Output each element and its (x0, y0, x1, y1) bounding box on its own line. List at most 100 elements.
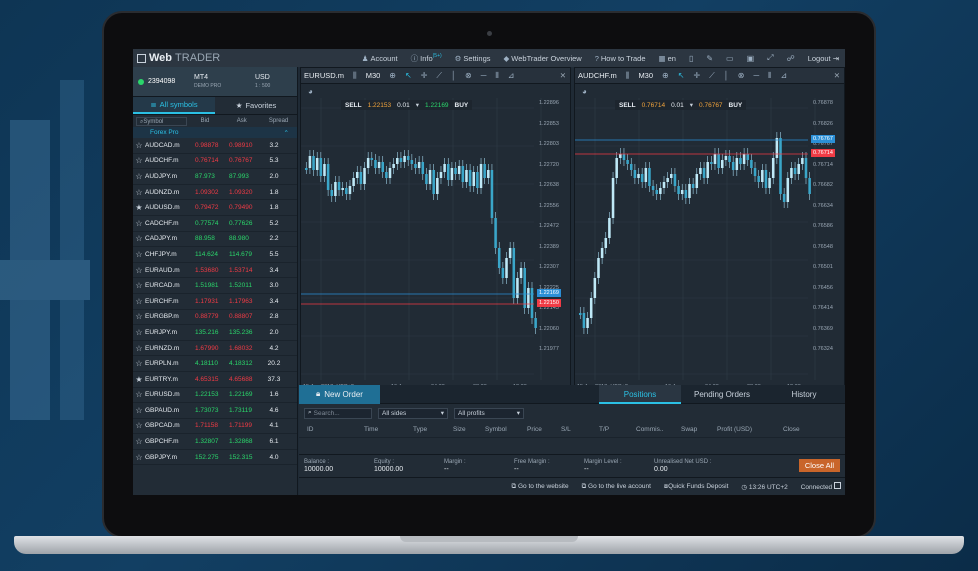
buy-price[interactable]: 0.76767 (699, 102, 723, 109)
column-header[interactable]: Commis.. (636, 426, 681, 433)
nav-item-info[interactable]: ⓘ Info(5+) (411, 53, 442, 64)
symbol-bid[interactable]: 87.973 (191, 173, 225, 180)
nav-item-en[interactable]: ▦ en (659, 54, 676, 63)
remove-icon[interactable]: ⊗ (738, 71, 745, 80)
symbol-bid[interactable]: 1.22153 (191, 391, 225, 398)
symbol-row[interactable]: ☆ GBPJPY.m 152.275 152.315 4.0 (133, 450, 297, 466)
layout-icon[interactable]: ▣ (747, 54, 755, 63)
symbol-row[interactable]: ☆ CADCHF.m 0.77574 0.77626 5.2 (133, 216, 297, 232)
symbol-ask[interactable]: 135.236 (225, 329, 259, 336)
fullscreen-icon[interactable]: ⤢ (767, 53, 773, 63)
star-outline-icon[interactable]: ☆ (133, 406, 145, 415)
symbol-row[interactable]: ☆ EURJPY.m 135.216 135.236 2.0 (133, 325, 297, 341)
symbol-ask[interactable]: 1.09320 (225, 189, 259, 196)
symbol-row[interactable]: ☆ CADJPY.m 88.958 88.980 2.2 (133, 232, 297, 248)
symbol-search-input[interactable]: ⌕Symbol (136, 116, 187, 126)
star-outline-icon[interactable]: ☆ (133, 359, 145, 368)
horizontal-line-icon[interactable]: ─ (753, 71, 759, 80)
star-outline-icon[interactable]: ☆ (133, 312, 145, 321)
tab-history[interactable]: History (763, 385, 845, 404)
trendline-icon[interactable]: ⟋ (709, 71, 715, 81)
symbol-ask[interactable]: 0.76767 (225, 157, 259, 164)
symbol-bid[interactable]: 152.275 (191, 454, 225, 461)
symbol-ask[interactable]: 1.53714 (225, 267, 259, 274)
star-outline-icon[interactable]: ☆ (133, 250, 145, 259)
symbol-ask[interactable]: 87.993 (225, 173, 259, 180)
new-order-button[interactable]: 🔒︎ New Order (299, 384, 380, 404)
star-filled-icon[interactable]: ★ (133, 375, 145, 384)
vertical-line-icon[interactable]: │ (724, 71, 729, 80)
symbol-ask[interactable]: 0.77626 (225, 220, 259, 227)
symbol-row[interactable]: ★ EURTRY.m 4.65315 4.65688 37.3 (133, 372, 297, 388)
chat-icon[interactable]: ☍ (787, 54, 795, 63)
column-header[interactable]: Symbol (485, 426, 527, 433)
symbol-bid[interactable]: 1.71158 (191, 422, 225, 429)
close-icon[interactable]: ✕ (560, 71, 566, 80)
horizontal-line-icon[interactable]: ─ (481, 71, 487, 80)
symbol-ask[interactable]: 1.73119 (225, 407, 259, 414)
star-outline-icon[interactable]: ☆ (133, 281, 145, 290)
profits-select[interactable]: All profits ▾ (454, 407, 524, 419)
chart-symbol[interactable]: EURUSD.m (304, 71, 344, 80)
candles-icon[interactable]: ⫼ (626, 71, 630, 81)
column-header[interactable]: Type (413, 426, 453, 433)
star-outline-icon[interactable]: ☆ (133, 234, 145, 243)
symbol-ask[interactable]: 0.79490 (225, 204, 259, 211)
symbol-ask[interactable]: 4.65688 (225, 376, 259, 383)
star-filled-icon[interactable]: ★ (133, 203, 145, 212)
bar-chart-icon[interactable]: ⫴ (495, 71, 498, 81)
sell-button[interactable]: SELL (619, 102, 636, 109)
star-outline-icon[interactable]: ☆ (133, 219, 145, 228)
cursor-icon[interactable]: ↖ (678, 71, 685, 80)
chart-canvas[interactable]: 1.22896 1.22853 1.22803 1.22720 1.22638 1.225… (301, 98, 570, 398)
lot-size-input[interactable]: 0.01 (397, 102, 410, 109)
trendline-icon[interactable]: ⟋ (436, 71, 442, 81)
star-outline-icon[interactable]: ☆ (133, 188, 145, 197)
column-header[interactable]: Time (364, 426, 413, 433)
sell-price[interactable]: 0.76714 (642, 102, 666, 109)
indicator-icon[interactable]: ⊿ (508, 71, 515, 80)
zoom-icon[interactable]: ⊕ (389, 71, 396, 80)
symbol-ask[interactable]: 1.71199 (225, 422, 259, 429)
symbol-row[interactable]: ☆ EURCHF.m 1.17931 1.17963 3.4 (133, 294, 297, 310)
chevron-down-icon[interactable]: ▾ (416, 101, 419, 109)
tab-all-symbols[interactable]: ≣ All symbols (133, 97, 215, 114)
symbol-row[interactable]: ☆ CHFJPY.m 114.624 114.679 5.5 (133, 247, 297, 263)
symbol-ask[interactable]: 4.18312 (225, 360, 259, 367)
mobile-icon[interactable]: ▯ (689, 54, 693, 63)
chart-canvas[interactable]: 0.76878 0.76826 0.76767 0.76714 0.76682 0.766… (575, 98, 844, 398)
remove-icon[interactable]: ⊗ (465, 71, 472, 80)
symbol-row[interactable]: ☆ GBPCHF.m 1.32807 1.32868 6.1 (133, 434, 297, 450)
star-outline-icon[interactable]: ☆ (133, 328, 145, 337)
account-summary[interactable]: 2394098 MT4 DEMO PRO USD 1 : 500 (133, 67, 297, 97)
symbol-row[interactable]: ☆ AUDJPY.m 87.973 87.993 2.0 (133, 169, 297, 185)
symbol-bid[interactable]: 0.88779 (191, 313, 225, 320)
symbol-row[interactable]: ☆ GBPCAD.m 1.71158 1.71199 4.1 (133, 419, 297, 435)
vertical-line-icon[interactable]: │ (451, 71, 456, 80)
sell-button[interactable]: SELL (345, 102, 362, 109)
chevron-down-icon[interactable]: ▾ (690, 101, 693, 109)
buy-button[interactable]: BUY (729, 102, 743, 109)
symbol-bid[interactable]: 1.32807 (191, 438, 225, 445)
symbol-bid[interactable]: 1.51981 (191, 282, 225, 289)
indicator-icon[interactable]: ⊿ (781, 71, 788, 80)
buy-price[interactable]: 1.22169 (425, 102, 449, 109)
symbol-row[interactable]: ☆ EURCAD.m 1.51981 1.52011 3.0 (133, 278, 297, 294)
nav-item-logout[interactable]: Logout ⇥ (808, 54, 839, 63)
symbol-row[interactable]: ☆ AUDCAD.m 0.98878 0.98910 3.2 (133, 138, 297, 154)
symbol-bid[interactable]: 1.73073 (191, 407, 225, 414)
star-outline-icon[interactable]: ☆ (133, 437, 145, 446)
symbol-bid[interactable]: 135.216 (191, 329, 225, 336)
window-icon[interactable]: ▭ (726, 54, 734, 63)
column-header[interactable]: ID (307, 426, 364, 433)
link-website[interactable]: ⧉ Go to the website (512, 483, 569, 491)
star-outline-icon[interactable]: ☆ (133, 453, 145, 462)
symbol-row[interactable]: ☆ EURGBP.m 0.88779 0.88807 2.8 (133, 310, 297, 326)
symbol-group-forex-pro[interactable]: Forex Pro ⌃ (133, 127, 297, 138)
star-outline-icon[interactable]: ☆ (133, 297, 145, 306)
symbol-ask[interactable]: 1.32868 (225, 438, 259, 445)
column-header[interactable]: Profit (USD) (717, 426, 783, 433)
symbol-bid[interactable]: 88.958 (191, 235, 225, 242)
symbol-ask[interactable]: 1.52011 (225, 282, 259, 289)
symbol-ask[interactable]: 1.22169 (225, 391, 259, 398)
